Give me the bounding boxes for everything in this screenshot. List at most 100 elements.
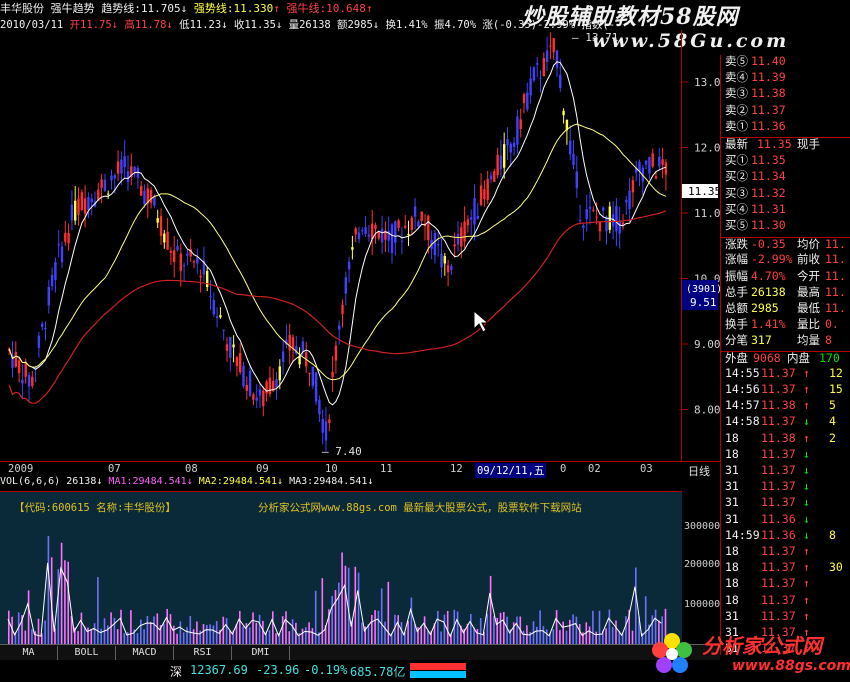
volume-bar	[522, 630, 525, 644]
current-price-label: 11.35	[688, 185, 720, 198]
candle-body	[27, 374, 31, 387]
candle-body	[526, 92, 529, 110]
tick-price: 11.36	[761, 511, 796, 526]
tab-boll[interactable]: BOLL	[58, 646, 116, 660]
volume-bar	[407, 620, 409, 644]
ad-banner[interactable]: 分析家公式网www.88gs.com 最新最大股票公式，股票软件下载网站	[258, 500, 582, 515]
candle-body	[532, 67, 536, 81]
tab-rsi[interactable]: RSI	[174, 646, 232, 660]
volume-bar	[189, 616, 192, 644]
ask-price: 11.40	[751, 54, 786, 68]
volume-bar	[536, 626, 538, 644]
tick-row: 14:59 11.36 ↓ 8	[721, 528, 850, 542]
volume-bar	[539, 610, 541, 644]
candle-body	[334, 345, 338, 361]
volume-bar	[588, 626, 591, 644]
candle-body	[453, 244, 456, 247]
volume-bar	[301, 628, 304, 644]
volume-bar	[311, 628, 314, 644]
volume-bar	[443, 614, 446, 644]
cursor-price-label: 9.51	[690, 296, 717, 309]
candle-body	[209, 296, 212, 298]
candle-body	[545, 50, 549, 62]
candle-body	[179, 253, 182, 271]
volume-bar	[595, 631, 597, 644]
volume-bar	[262, 620, 264, 644]
tick-volume: 15	[829, 382, 843, 396]
tick-row: 31 11.37 ↓	[721, 464, 850, 477]
stat-label-2: 均价	[797, 237, 820, 252]
tick-price: 11.37	[761, 382, 796, 396]
candle-body	[314, 372, 318, 402]
volume-bar	[374, 610, 376, 644]
vol-label: VOL(6,6,6)	[0, 476, 61, 487]
candle-body	[585, 209, 588, 220]
tab-ma[interactable]: MA	[0, 646, 58, 660]
tab-macd[interactable]: MACD	[116, 646, 174, 660]
volume-bar	[153, 616, 155, 644]
stat-value-2: 11.	[825, 237, 846, 252]
decline-bar	[410, 671, 466, 678]
tick-arrow: ↓	[803, 446, 810, 461]
volume-bar	[27, 590, 30, 644]
volume-bar	[575, 616, 578, 644]
candle-body	[252, 394, 255, 400]
candlestick-chart[interactable]: 13.0012.0011.0010.009.008.00 — 13.71— 7.…	[0, 30, 720, 462]
bull-line-label: 强牛线:	[286, 2, 327, 15]
volume-bar	[562, 621, 564, 644]
volume-axis-label: 200000	[684, 559, 721, 570]
candle-body	[625, 199, 628, 203]
volume-bar	[456, 611, 459, 644]
candle-body	[192, 261, 196, 263]
volume-panel[interactable]: 【代码:600615 名称:丰华股份】 分析家公式网www.88gs.com 最…	[0, 491, 682, 644]
volume-bar	[140, 619, 142, 644]
candle-body	[440, 254, 443, 268]
volume-bar	[635, 567, 637, 644]
candle-body	[163, 233, 166, 243]
site-logo: 分析家公式网 www.88gs.com	[650, 618, 850, 682]
volume-bar	[305, 627, 307, 644]
tick-row: 14:57 11.38 ↑ 5	[721, 399, 850, 412]
market-label: 深	[170, 665, 183, 679]
candle-body	[212, 299, 215, 315]
candle-body	[598, 221, 602, 232]
ask-row: 卖⑤ 11.40	[721, 55, 850, 68]
tick-row: 18 11.38 ↑ 2	[721, 431, 850, 445]
volume-bar	[493, 616, 495, 644]
candle-body	[539, 77, 542, 79]
strong-line-value: 11.330	[233, 2, 274, 15]
candle-body	[476, 215, 479, 220]
volume-bar	[163, 623, 165, 644]
volume-bar	[470, 613, 472, 644]
volume-bar	[77, 631, 79, 644]
tick-volume: 5	[829, 398, 836, 413]
cursor-index-label: (3901)	[686, 284, 720, 295]
stat-row: 振幅 4.70% 今开 11.	[721, 269, 850, 283]
candle-body	[328, 419, 331, 423]
stat-value: -0.35	[751, 237, 786, 252]
volume-bar	[479, 617, 482, 644]
candle-body	[140, 185, 143, 196]
ask-row: 卖④ 11.39	[721, 71, 850, 84]
tick-arrow: ↑	[803, 382, 810, 396]
candle-body	[60, 246, 64, 263]
volume-bar	[608, 609, 611, 644]
candle-body	[443, 255, 446, 264]
stat-label: 总手	[725, 284, 748, 299]
volume-bar	[120, 609, 122, 644]
volume-bar	[64, 560, 66, 644]
candle-body	[338, 325, 341, 330]
candle-body	[499, 155, 503, 170]
period-label[interactable]: 日线	[688, 463, 710, 479]
candle-body	[70, 204, 74, 221]
outer-inner-row: 外盘 9068 内盘 170	[721, 350, 850, 365]
volume-bar	[222, 616, 225, 644]
volume-bar	[34, 631, 36, 644]
candle-body	[618, 220, 621, 234]
volume-bar	[146, 616, 149, 644]
tab-dmi[interactable]: DMI	[232, 646, 290, 660]
candle-body	[54, 262, 57, 281]
volume-bar	[126, 632, 129, 644]
candle-body	[512, 142, 516, 148]
volume-bar	[572, 614, 574, 644]
